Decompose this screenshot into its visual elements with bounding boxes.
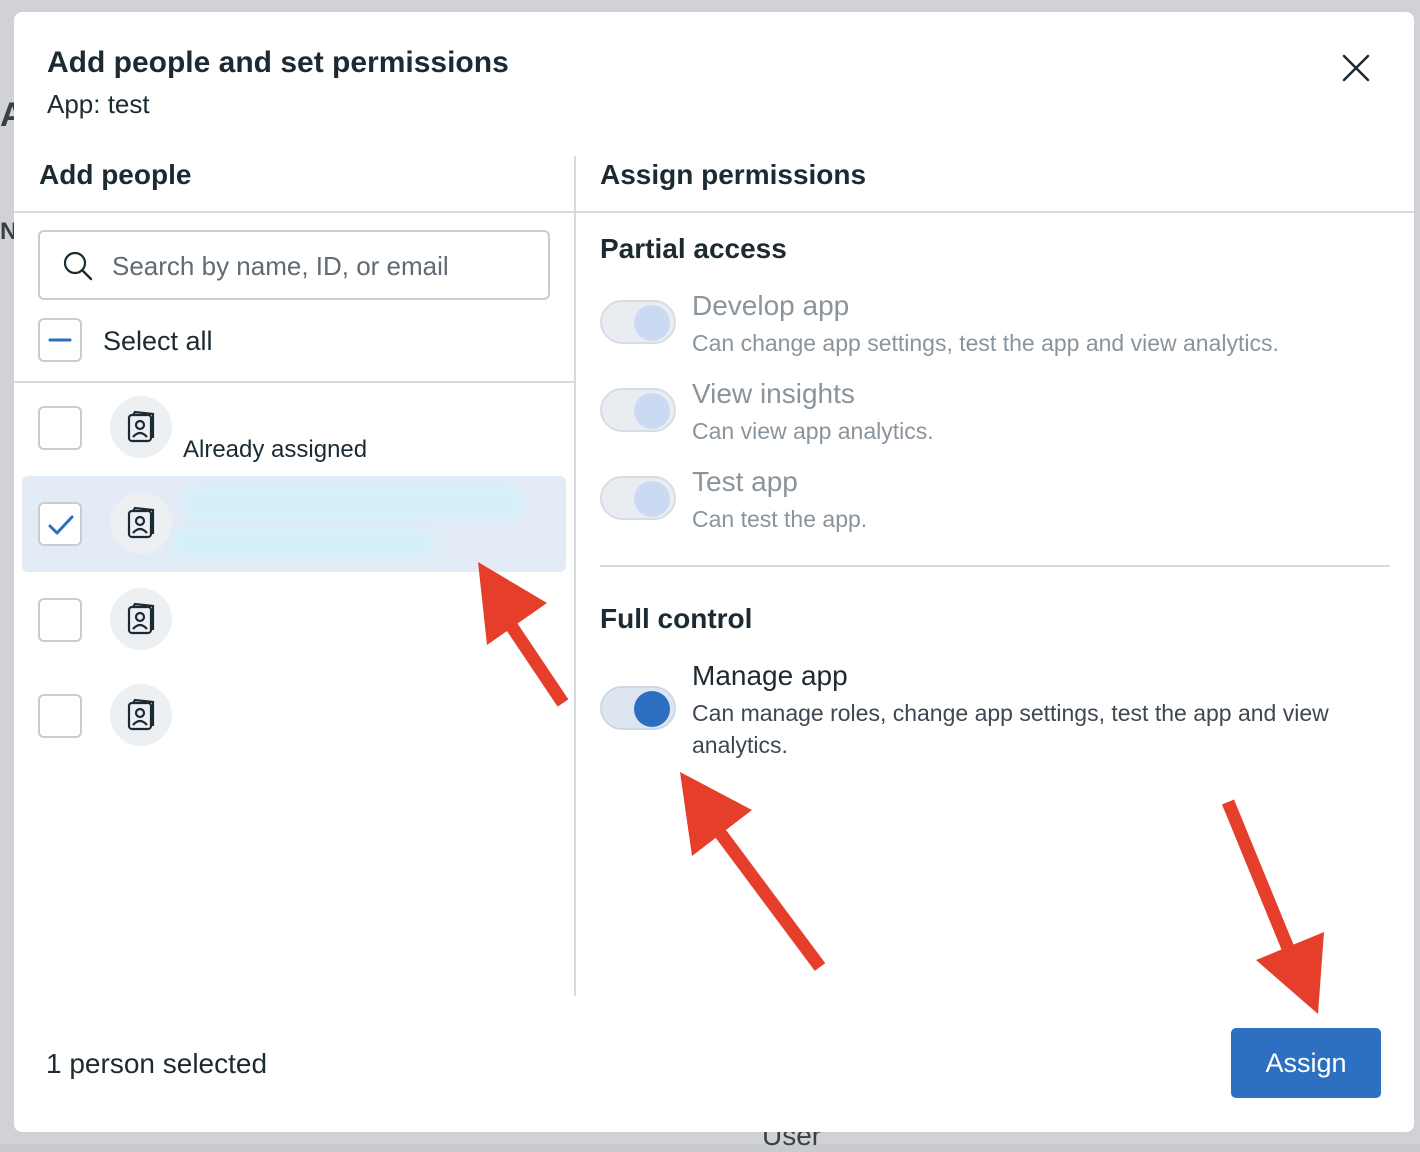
indeterminate-icon [48,338,72,342]
person-badge-icon [127,506,155,539]
person-checkbox[interactable] [38,502,82,546]
person-checkbox[interactable] [38,598,82,642]
permissions-dialog: Add people and set permissions App: test… [14,12,1414,1132]
test-app-toggle[interactable] [600,476,676,520]
search-icon [63,251,93,281]
avatar [110,492,172,554]
dialog-subtitle: App: test [47,89,150,119]
person-badge-icon [127,410,155,443]
develop-app-toggle[interactable] [600,300,676,344]
partial-access-title: Partial access [600,233,787,264]
toggle-knob [634,481,670,517]
test-app-description: Can test the app. [692,506,868,532]
person-row[interactable]: Already assigned [22,380,566,476]
toggle-knob [634,691,670,727]
view-insights-description: Can view app analytics. [692,418,934,444]
search-input[interactable] [110,242,534,290]
search-field[interactable] [38,230,550,300]
test-app-label: Test app [692,466,798,497]
view-insights-label: View insights [692,378,855,409]
select-all-label: Select all [103,326,213,356]
selection-count: 1 person selected [46,1048,268,1079]
select-all-checkbox[interactable] [38,318,82,362]
close-icon [1342,54,1370,82]
manage-app-toggle[interactable] [600,686,676,730]
develop-app-description: Can change app settings, test the app an… [692,330,1279,356]
manage-app-label: Manage app [692,660,848,691]
develop-app-label: Develop app [692,290,850,321]
person-row[interactable] [22,572,566,668]
section-divider [600,565,1390,567]
toggle-knob [634,393,670,429]
person-row-selected[interactable] [22,476,566,572]
person-badge-icon [127,698,155,731]
add-people-heading: Add people [39,159,192,190]
header-divider [14,211,1414,213]
checkmark-icon [48,515,74,535]
avatar [110,684,172,746]
already-assigned-note: Already assigned [183,436,368,463]
redacted-name [182,486,522,520]
view-insights-toggle[interactable] [600,388,676,432]
full-control-title: Full control [600,603,753,634]
dialog-title: Add people and set permissions [47,46,509,79]
redacted-email [172,528,434,558]
person-row[interactable] [22,668,566,764]
assign-button[interactable]: Assign [1231,1028,1381,1098]
manage-app-description: Can manage roles, change app settings, t… [692,700,1329,758]
person-checkbox[interactable] [38,694,82,738]
person-checkbox[interactable] [38,406,82,450]
assign-permissions-heading: Assign permissions [600,159,867,190]
avatar [110,396,172,458]
close-button[interactable] [1336,48,1376,88]
person-badge-icon [127,602,155,635]
toggle-knob [634,305,670,341]
avatar [110,588,172,650]
column-divider [574,156,576,996]
